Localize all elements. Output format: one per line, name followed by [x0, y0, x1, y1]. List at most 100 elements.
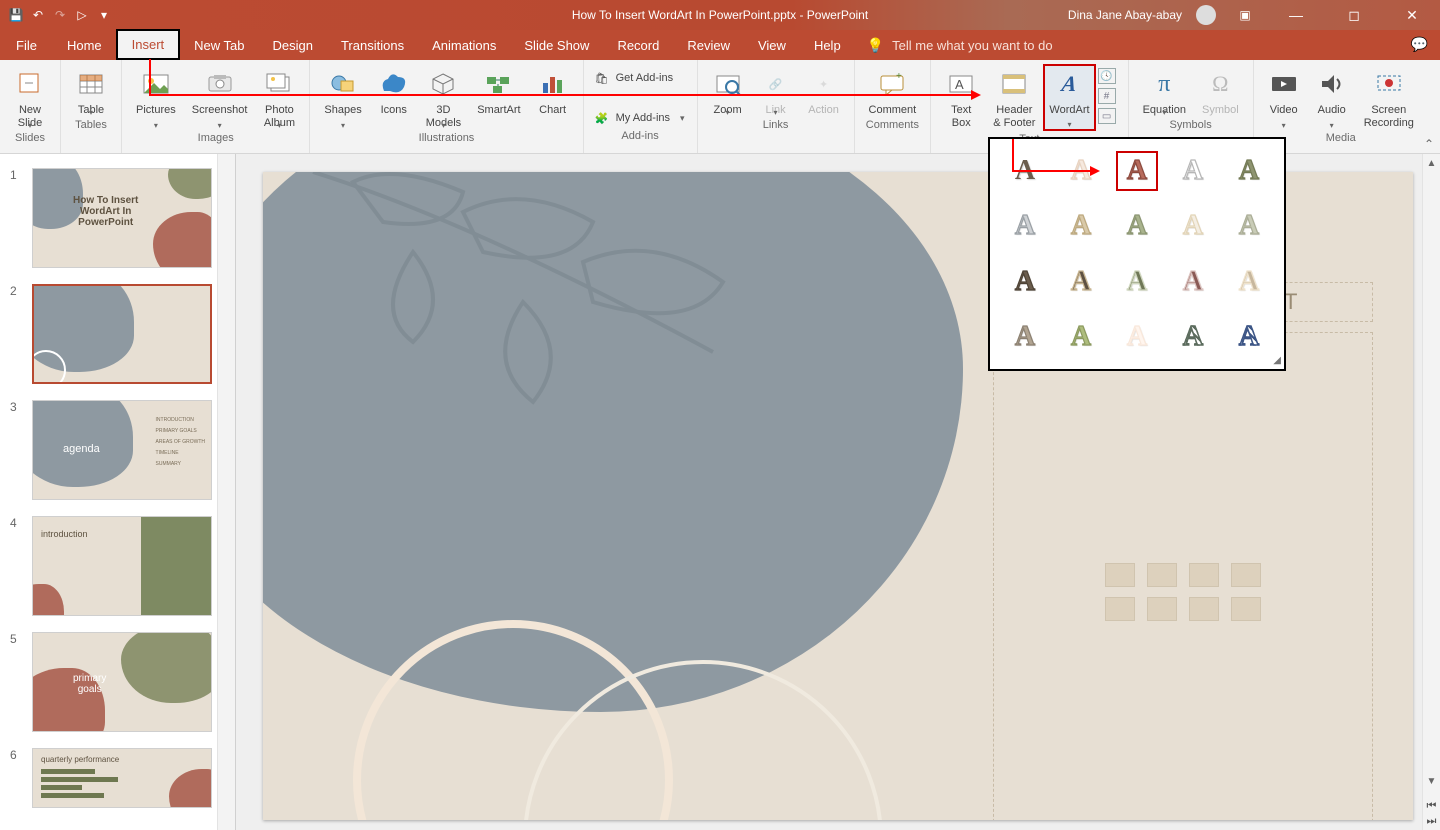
- my-addins-button[interactable]: 🧩My Add-ins▾: [588, 108, 691, 128]
- ph-video-icon[interactable]: [1189, 597, 1219, 621]
- pictures-button[interactable]: Pictures: [128, 64, 184, 130]
- tab-home[interactable]: Home: [53, 30, 116, 60]
- wordart-style-19[interactable]: A: [1172, 318, 1214, 358]
- thumb-6[interactable]: quarterly performance: [32, 748, 212, 808]
- redo-icon[interactable]: ↷: [52, 7, 68, 23]
- tab-design[interactable]: Design: [259, 30, 327, 60]
- wordart-style-16[interactable]: A: [1004, 318, 1046, 358]
- wordart-style-5[interactable]: A: [1228, 151, 1270, 191]
- wordart-style-9[interactable]: A: [1172, 207, 1214, 247]
- addins-icon: 🧩: [594, 110, 610, 126]
- video-button[interactable]: Video: [1260, 64, 1308, 130]
- thumbnails-scrollbar[interactable]: [217, 154, 235, 830]
- tab-help[interactable]: Help: [800, 30, 855, 60]
- tab-insert[interactable]: Insert: [116, 29, 181, 60]
- save-icon[interactable]: 💾: [8, 7, 24, 23]
- minimize-button[interactable]: —: [1274, 0, 1318, 30]
- ph-smartart-icon[interactable]: [1189, 563, 1219, 587]
- next-slide-icon[interactable]: ⏭: [1427, 815, 1437, 828]
- get-addins-button[interactable]: 🛍Get Add-ins: [588, 68, 691, 88]
- thumb-5-row[interactable]: 5 primary goals: [10, 632, 227, 732]
- scroll-up-icon[interactable]: ▲: [1423, 154, 1440, 172]
- prev-slide-icon[interactable]: ⏮: [1427, 800, 1437, 813]
- ph-chart-icon[interactable]: [1147, 563, 1177, 587]
- tab-record[interactable]: Record: [603, 30, 673, 60]
- wordart-style-7[interactable]: A: [1060, 207, 1102, 247]
- chart-button[interactable]: Chart: [529, 64, 577, 130]
- wordart-button[interactable]: AWordArt: [1043, 64, 1095, 131]
- maximize-button[interactable]: ◻: [1332, 0, 1376, 30]
- wordart-style-12[interactable]: A: [1060, 262, 1102, 302]
- tab-review[interactable]: Review: [673, 30, 744, 60]
- thumb-5[interactable]: primary goals: [32, 632, 212, 732]
- gallery-resize-icon[interactable]: ◢: [1273, 355, 1281, 366]
- 3d-models-button[interactable]: 3D Models: [418, 64, 469, 130]
- wordart-style-8[interactable]: A: [1116, 207, 1158, 247]
- ph-picture-icon[interactable]: [1105, 597, 1135, 621]
- shapes-button[interactable]: Shapes: [316, 64, 369, 130]
- ribbon-display-icon[interactable]: ▣: [1230, 8, 1260, 22]
- wordart-style-14[interactable]: A: [1172, 262, 1214, 302]
- thumb-3[interactable]: agenda INTRODUCTIONPRIMARY GOALSAREAS OF…: [32, 400, 212, 500]
- wordart-style-10[interactable]: A: [1228, 207, 1270, 247]
- group-comments: +Comment Comments: [855, 60, 932, 153]
- ph-3d-icon[interactable]: [1231, 563, 1261, 587]
- thumb-1[interactable]: How To Insert WordArt In PowerPoint: [32, 168, 212, 268]
- thumb-2-row[interactable]: 2: [10, 284, 227, 384]
- editor-vertical-scrollbar[interactable]: ▲ ▼ ⏮ ⏭: [1422, 154, 1440, 830]
- thumb-5-num: 5: [10, 632, 24, 732]
- equation-button[interactable]: πEquation: [1135, 64, 1194, 117]
- tab-view[interactable]: View: [744, 30, 800, 60]
- avatar[interactable]: [1196, 5, 1216, 25]
- thumb-3-row[interactable]: 3 agenda INTRODUCTIONPRIMARY GOALSAREAS …: [10, 400, 227, 500]
- tab-animations[interactable]: Animations: [418, 30, 510, 60]
- wordart-style-4[interactable]: A: [1172, 151, 1214, 191]
- ph-table-icon[interactable]: [1105, 563, 1135, 587]
- thumb-4-row[interactable]: 4 introduction: [10, 516, 227, 616]
- date-time-icon[interactable]: 🕓: [1098, 68, 1116, 84]
- wordart-gallery[interactable]: ◢ AAAAAAAAAAAAAAAAAAAA: [988, 137, 1286, 371]
- start-slideshow-icon[interactable]: ▷: [74, 7, 90, 23]
- wordart-style-18[interactable]: A: [1116, 318, 1158, 358]
- slide-number-icon[interactable]: #: [1098, 88, 1116, 104]
- ph-online-pic-icon[interactable]: [1147, 597, 1177, 621]
- share-icon[interactable]: 💬: [1411, 36, 1428, 53]
- object-icon[interactable]: ▭: [1098, 108, 1116, 124]
- tab-slideshow[interactable]: Slide Show: [510, 30, 603, 60]
- smartart-button[interactable]: SmartArt: [469, 64, 528, 130]
- content-placeholder[interactable]: [993, 332, 1373, 820]
- header-footer-button[interactable]: Header & Footer: [985, 64, 1043, 131]
- thumb-2[interactable]: [32, 284, 212, 384]
- screen-recording-button[interactable]: Screen Recording: [1356, 64, 1422, 130]
- undo-icon[interactable]: ↶: [30, 7, 46, 23]
- tell-me-search[interactable]: 💡Tell me what you want to do: [855, 30, 1065, 60]
- wordart-style-17[interactable]: A: [1060, 318, 1102, 358]
- icons-button[interactable]: Icons: [370, 64, 418, 130]
- scroll-down-icon[interactable]: ▼: [1423, 772, 1440, 790]
- new-slide-button[interactable]: New Slide: [6, 64, 54, 130]
- user-name[interactable]: Dina Jane Abay-abay: [1068, 8, 1182, 22]
- wordart-style-20[interactable]: A: [1228, 318, 1270, 358]
- ph-icon-icon[interactable]: [1231, 597, 1261, 621]
- audio-button[interactable]: Audio: [1308, 64, 1356, 130]
- wordart-style-11[interactable]: A: [1004, 262, 1046, 302]
- tab-file[interactable]: File: [0, 30, 53, 60]
- screenshot-button[interactable]: Screenshot: [184, 64, 256, 130]
- tab-transitions[interactable]: Transitions: [327, 30, 418, 60]
- table-button[interactable]: Table: [67, 64, 115, 117]
- thumb-6-row[interactable]: 6 quarterly performance: [10, 748, 227, 808]
- tab-newtab[interactable]: New Tab: [180, 30, 258, 60]
- wordart-style-13[interactable]: A: [1116, 262, 1158, 302]
- wordart-style-15[interactable]: A: [1228, 262, 1270, 302]
- collapse-ribbon-icon[interactable]: ⌃: [1424, 137, 1434, 151]
- wordart-style-6[interactable]: A: [1004, 207, 1046, 247]
- close-button[interactable]: ✕: [1390, 0, 1434, 30]
- zoom-button[interactable]: Zoom: [704, 64, 752, 117]
- wordart-icon: A: [1053, 68, 1085, 100]
- thumb-4[interactable]: introduction: [32, 516, 212, 616]
- comment-button[interactable]: +Comment: [861, 64, 925, 117]
- photo-album-button[interactable]: Photo Album: [255, 64, 303, 130]
- qat-more-icon[interactable]: ▾: [96, 7, 112, 23]
- thumb-1-row[interactable]: 1 How To Insert WordArt In PowerPoint: [10, 168, 227, 268]
- wordart-style-3[interactable]: A: [1116, 151, 1158, 191]
